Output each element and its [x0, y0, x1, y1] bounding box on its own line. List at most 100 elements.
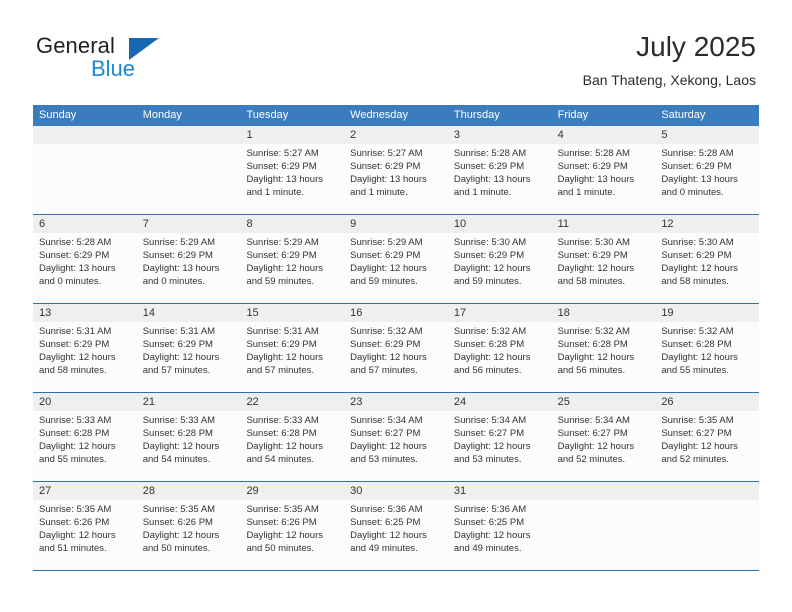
day-detail-line: Sunrise: 5:32 AM	[557, 326, 630, 337]
day-number-24[interactable]: 24	[448, 393, 552, 411]
day-number-17[interactable]: 17	[448, 304, 552, 322]
day-detail-line: Sunset: 6:29 PM	[246, 161, 317, 172]
day-number-18[interactable]: 18	[552, 304, 656, 322]
day-details-5[interactable]: Sunrise: 5:28 AM Sunset: 6:29 PM Daylight:…	[655, 144, 759, 214]
day-details-21[interactable]: Sunrise: 5:33 AM Sunset: 6:28 PM Daylight:…	[137, 411, 241, 481]
day-details-10[interactable]: Sunrise: 5:30 AM Sunset: 6:29 PM Daylight:…	[448, 233, 552, 303]
day-number-3[interactable]: 3	[448, 126, 552, 144]
day-detail-line: Sunset: 6:26 PM	[142, 517, 213, 528]
day-details-27[interactable]: Sunrise: 5:35 AM Sunset: 6:26 PM Daylight:…	[33, 500, 137, 570]
day-number-14[interactable]: 14	[137, 304, 241, 322]
day-details-11[interactable]: Sunrise: 5:30 AM Sunset: 6:29 PM Daylight:…	[552, 233, 656, 303]
day-detail-line: Sunrise: 5:35 AM	[39, 504, 112, 515]
day-details-22[interactable]: Sunrise: 5:33 AM Sunset: 6:28 PM Daylight:…	[240, 411, 344, 481]
day-number-25[interactable]: 25	[552, 393, 656, 411]
title-block: July 2025 Ban Thateng, Xekong, Laos	[583, 30, 756, 90]
day-detail-line: Sunset: 6:29 PM	[350, 250, 421, 261]
calendar-grid: Sunday Monday Tuesday Wednesday Thursday Frid…	[33, 105, 759, 571]
day-details-26[interactable]: Sunrise: 5:35 AM Sunset: 6:27 PM Daylight:…	[655, 411, 759, 481]
day-number-1[interactable]: 1	[240, 126, 344, 144]
day-number-4[interactable]: 4	[552, 126, 656, 144]
day-number-31[interactable]: 31	[448, 482, 552, 500]
day-detail-line: Sunset: 6:28 PM	[557, 339, 628, 350]
day-number-15[interactable]: 15	[240, 304, 344, 322]
day-number-10[interactable]: 10	[448, 215, 552, 233]
day-number-26[interactable]: 26	[655, 393, 759, 411]
day-details-12[interactable]: Sunrise: 5:30 AM Sunset: 6:29 PM Daylight:…	[655, 233, 759, 303]
day-details-20[interactable]: Sunrise: 5:33 AM Sunset: 6:28 PM Daylight:…	[33, 411, 137, 481]
day-number-23[interactable]: 23	[344, 393, 448, 411]
day-details-28[interactable]: Sunrise: 5:35 AM Sunset: 6:26 PM Daylight:…	[137, 500, 241, 570]
day-details-15[interactable]: Sunrise: 5:31 AM Sunset: 6:29 PM Daylight:…	[240, 322, 344, 392]
day-number-20[interactable]: 20	[33, 393, 137, 411]
day-details-9[interactable]: Sunrise: 5:29 AM Sunset: 6:29 PM Daylight:…	[344, 233, 448, 303]
day-detail-line: Sunrise: 5:28 AM	[39, 237, 112, 248]
day-details-16[interactable]: Sunrise: 5:32 AM Sunset: 6:29 PM Daylight:…	[344, 322, 448, 392]
calendar-week-row: 27 28 29 30 31 Sunrise: 5:35 AM Sunset: 6:26 P…	[33, 482, 759, 571]
day-detail-line: and 1 minute.	[246, 187, 305, 198]
day-detail-line: Sunset: 6:29 PM	[557, 161, 628, 172]
day-number-21[interactable]: 21	[137, 393, 241, 411]
day-detail-line: Sunset: 6:29 PM	[39, 250, 110, 261]
day-details-8[interactable]: Sunrise: 5:29 AM Sunset: 6:29 PM Daylight:…	[240, 233, 344, 303]
day-detail-line: and 57 minutes.	[246, 365, 315, 376]
week-body-band: Sunrise: 5:35 AM Sunset: 6:26 PM Daylight:…	[33, 500, 759, 570]
day-number-27[interactable]: 27	[33, 482, 137, 500]
day-details-23[interactable]: Sunrise: 5:34 AM Sunset: 6:27 PM Daylight:…	[344, 411, 448, 481]
day-details-30[interactable]: Sunrise: 5:36 AM Sunset: 6:25 PM Daylight:…	[344, 500, 448, 570]
weekday-header-saturday: Saturday	[661, 109, 706, 121]
day-detail-line: Sunset: 6:29 PM	[350, 339, 421, 350]
day-detail-line: Sunset: 6:29 PM	[350, 161, 421, 172]
calendar-week-row: 1 2 3 4 5 Sunrise: 5:27 AM Sunset: 6:29 PM Dayl…	[33, 126, 759, 215]
day-number-19[interactable]: 19	[655, 304, 759, 322]
day-details-4[interactable]: Sunrise: 5:28 AM Sunset: 6:29 PM Daylight:…	[552, 144, 656, 214]
day-details-24[interactable]: Sunrise: 5:34 AM Sunset: 6:27 PM Daylight:…	[448, 411, 552, 481]
day-detail-line: Daylight: 12 hours	[453, 530, 531, 541]
day-detail-line: Daylight: 12 hours	[350, 352, 427, 363]
day-number-11[interactable]: 11	[552, 215, 656, 233]
day-number-6[interactable]: 6	[33, 215, 137, 233]
day-detail-line: Daylight: 12 hours	[453, 352, 531, 363]
day-number-9[interactable]: 9	[344, 215, 448, 233]
day-number-28[interactable]: 28	[137, 482, 241, 500]
day-detail-line: Sunrise: 5:35 AM	[142, 504, 216, 515]
day-number-22[interactable]: 22	[240, 393, 344, 411]
day-number-5[interactable]: 5	[655, 126, 759, 144]
day-number-12[interactable]: 12	[655, 215, 759, 233]
day-details-17[interactable]: Sunrise: 5:32 AM Sunset: 6:28 PM Daylight:…	[448, 322, 552, 392]
day-detail-line: and 54 minutes.	[142, 454, 211, 465]
day-number-7[interactable]: 7	[137, 215, 241, 233]
day-detail-line: and 1 minute.	[453, 187, 512, 198]
day-details-2[interactable]: Sunrise: 5:27 AM Sunset: 6:29 PM Daylight:…	[344, 144, 448, 214]
day-detail-line: and 1 minute.	[557, 187, 616, 198]
day-detail-line: and 55 minutes.	[661, 365, 729, 376]
week-date-band: 6 7 8 9 10 11 12	[33, 215, 759, 233]
day-detail-line: Sunrise: 5:32 AM	[661, 326, 734, 337]
day-number-empty	[552, 482, 656, 500]
day-number-30[interactable]: 30	[344, 482, 448, 500]
day-number-29[interactable]: 29	[240, 482, 344, 500]
day-number-16[interactable]: 16	[344, 304, 448, 322]
day-detail-line: Sunset: 6:28 PM	[142, 428, 213, 439]
day-details-1[interactable]: Sunrise: 5:27 AM Sunset: 6:29 PM Daylight:…	[240, 144, 344, 214]
day-detail-line: Daylight: 13 hours	[453, 174, 531, 185]
day-detail-line: Sunrise: 5:27 AM	[350, 148, 423, 159]
day-number-2[interactable]: 2	[344, 126, 448, 144]
day-details-3[interactable]: Sunrise: 5:28 AM Sunset: 6:29 PM Daylight:…	[448, 144, 552, 214]
day-details-6[interactable]: Sunrise: 5:28 AM Sunset: 6:29 PM Daylight:…	[33, 233, 137, 303]
day-details-31[interactable]: Sunrise: 5:36 AM Sunset: 6:25 PM Daylight:…	[448, 500, 552, 570]
day-detail-line: Daylight: 12 hours	[661, 352, 738, 363]
day-details-18[interactable]: Sunrise: 5:32 AM Sunset: 6:28 PM Daylight:…	[552, 322, 656, 392]
day-number-13[interactable]: 13	[33, 304, 137, 322]
day-details-7[interactable]: Sunrise: 5:29 AM Sunset: 6:29 PM Daylight:…	[137, 233, 241, 303]
day-details-19[interactable]: Sunrise: 5:32 AM Sunset: 6:28 PM Daylight:…	[655, 322, 759, 392]
day-detail-line: Sunrise: 5:28 AM	[453, 148, 527, 159]
day-details-14[interactable]: Sunrise: 5:31 AM Sunset: 6:29 PM Daylight:…	[137, 322, 241, 392]
day-details-25[interactable]: Sunrise: 5:34 AM Sunset: 6:27 PM Daylight:…	[552, 411, 656, 481]
day-detail-line: Sunset: 6:27 PM	[453, 428, 525, 439]
day-details-29[interactable]: Sunrise: 5:35 AM Sunset: 6:26 PM Daylight:…	[240, 500, 344, 570]
day-number-8[interactable]: 8	[240, 215, 344, 233]
day-details-13[interactable]: Sunrise: 5:31 AM Sunset: 6:29 PM Daylight:…	[33, 322, 137, 392]
day-number-empty	[33, 126, 137, 144]
day-detail-line: Sunrise: 5:34 AM	[557, 415, 630, 426]
